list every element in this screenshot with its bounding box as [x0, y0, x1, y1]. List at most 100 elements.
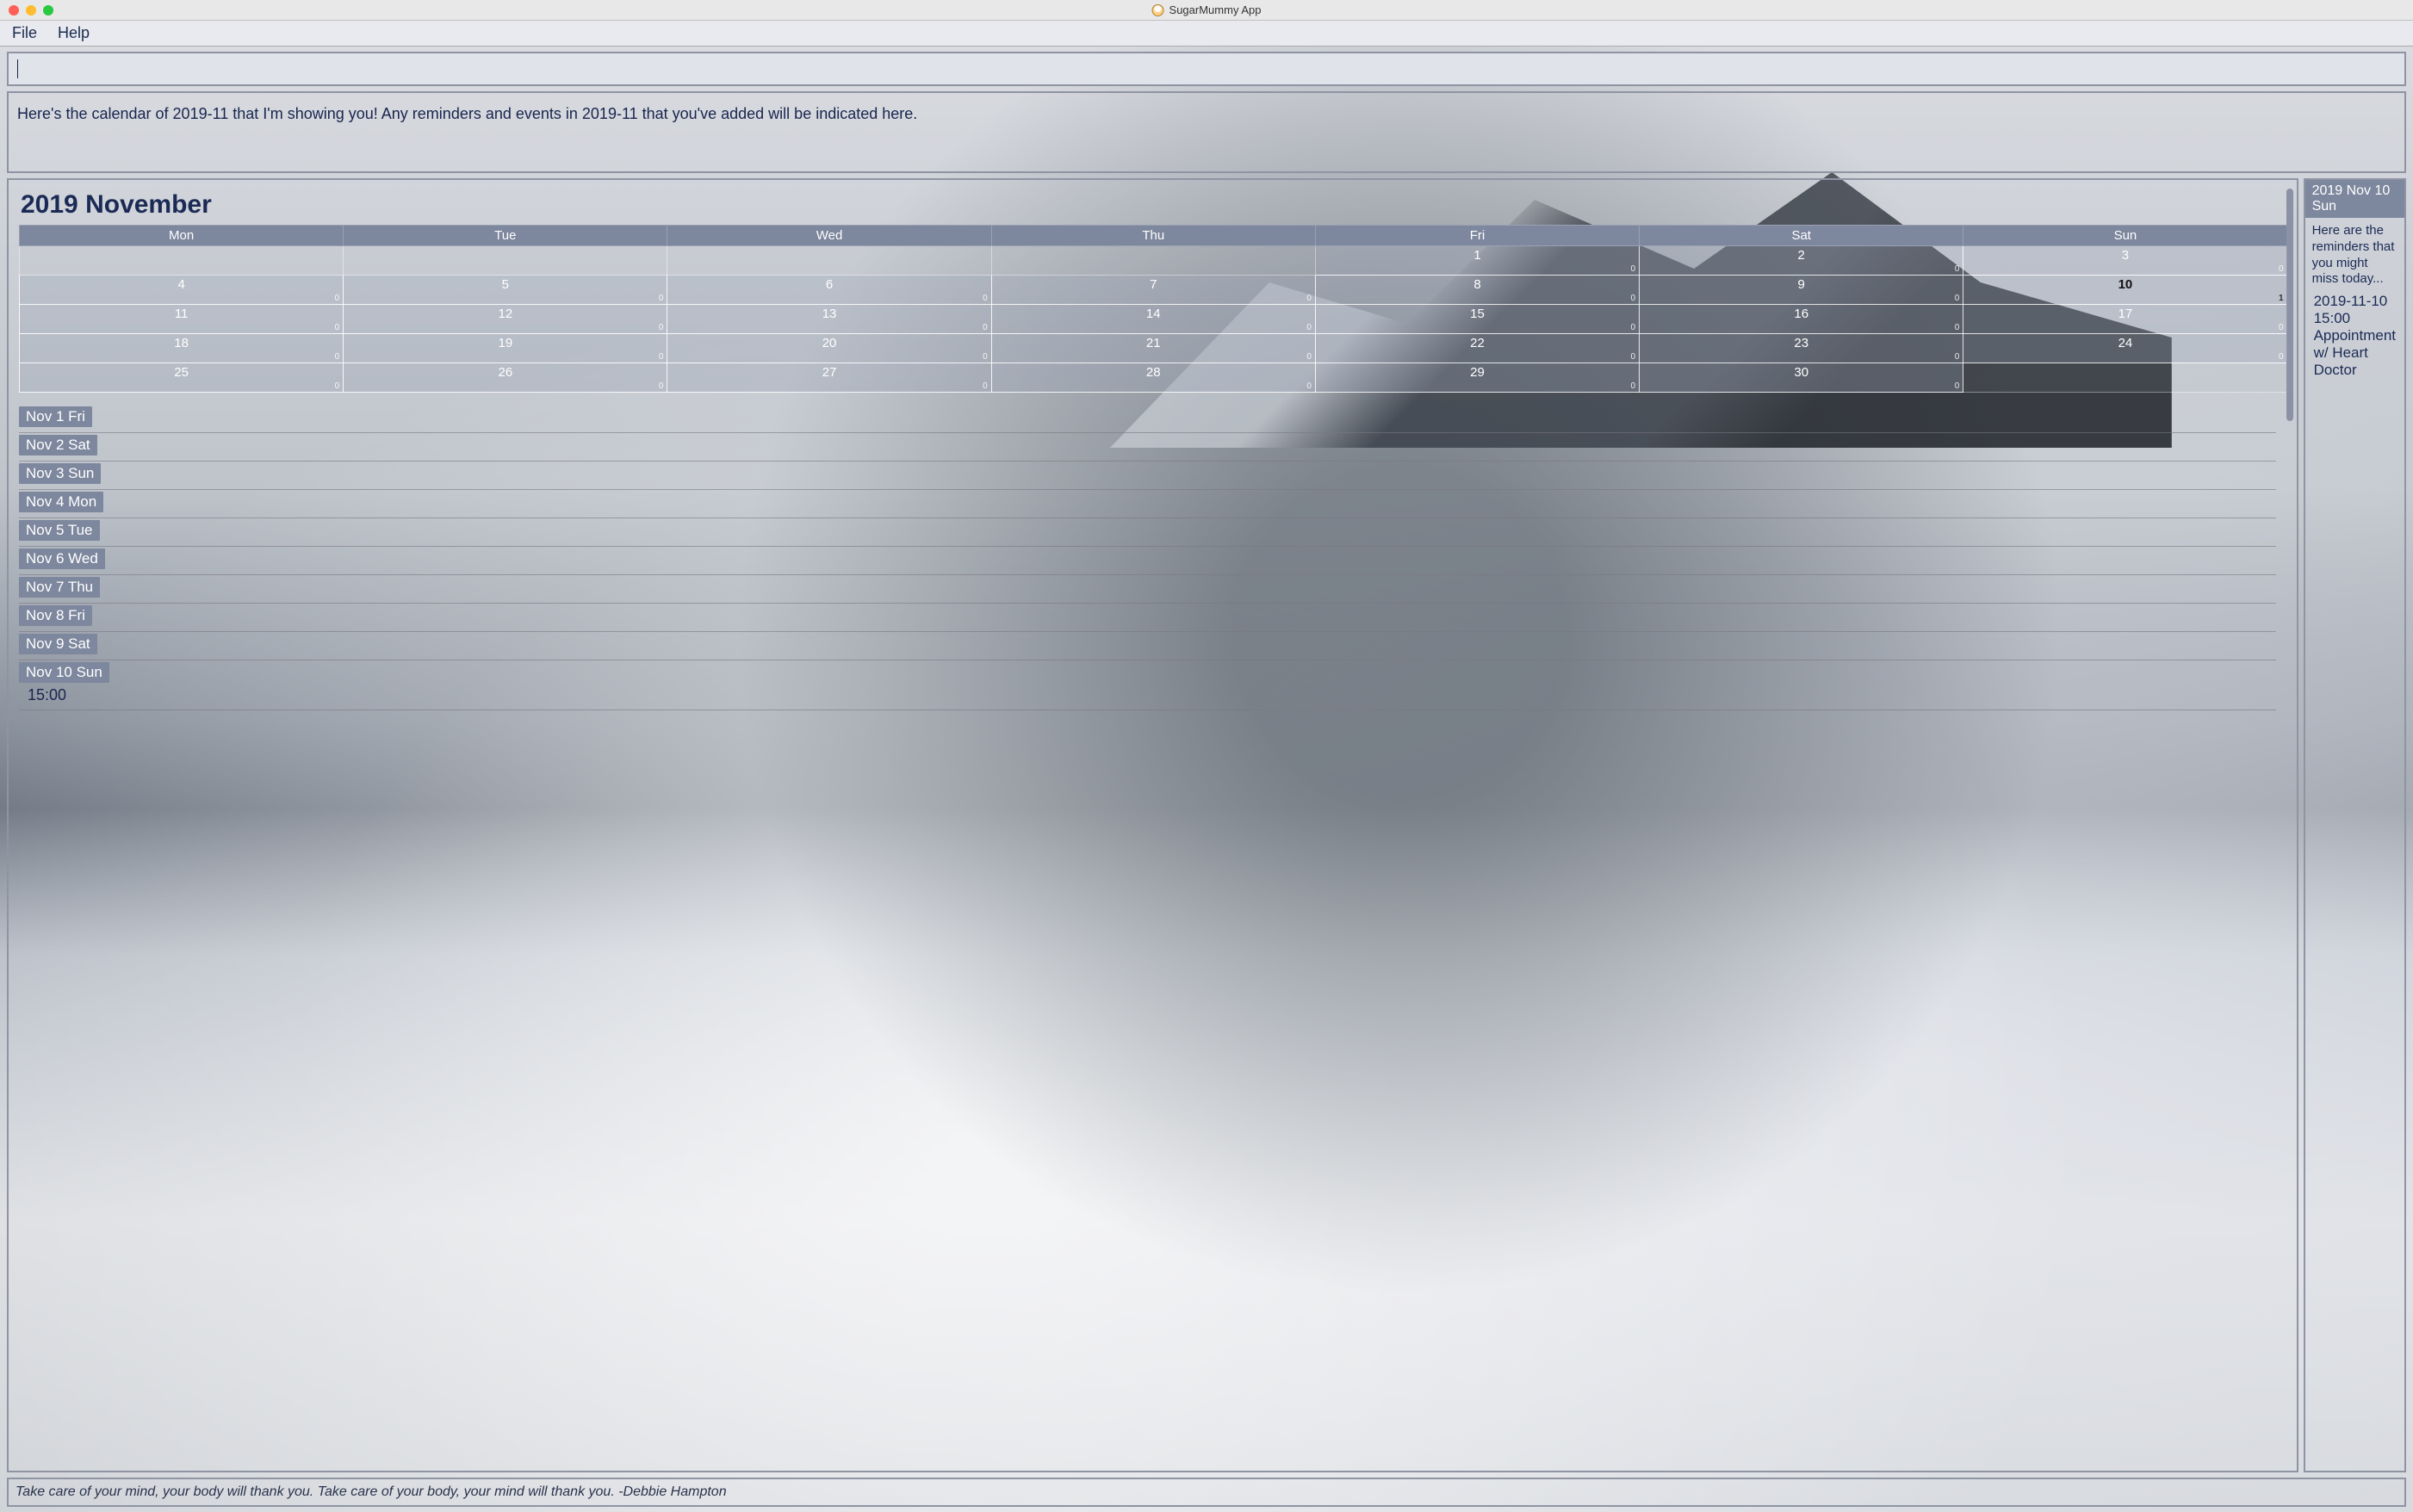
day-chip: Nov 7 Thu [19, 577, 100, 598]
calendar-day-number: 2 [1798, 248, 1805, 263]
calendar-cell[interactable]: 101 [1963, 276, 2287, 305]
calendar-day-count: 0 [1306, 352, 1312, 362]
calendar-cell[interactable]: 70 [991, 276, 1315, 305]
day-chip: Nov 8 Fri [19, 605, 92, 626]
close-icon[interactable] [9, 5, 19, 15]
calendar-cell[interactable]: 160 [1640, 305, 1963, 334]
calendar-day-number: 3 [2122, 248, 2129, 263]
calendar-header-sun: Sun [1963, 226, 2287, 246]
calendar-cell[interactable]: 170 [1963, 305, 2287, 334]
calendar-day-count: 0 [1306, 294, 1312, 303]
calendar-cell[interactable]: 40 [20, 276, 344, 305]
day-row[interactable]: Nov 5 Tue [19, 518, 2276, 547]
menu-help[interactable]: Help [58, 24, 90, 42]
day-row[interactable]: Nov 7 Thu [19, 575, 2276, 604]
footer-quote-text: Take care of your mind, your body will t… [16, 1484, 727, 1499]
calendar-cell[interactable]: 24 0 [1963, 334, 2287, 363]
calendar-cell[interactable]: 10 [1315, 246, 1639, 276]
reminder-date-header: 2019 Nov 10 Sun [2305, 180, 2404, 218]
reminder-pane: 2019 Nov 10 Sun Here are the reminders t… [2304, 178, 2406, 1472]
reminder-time: 2019-11-10 15:00 [2314, 293, 2396, 327]
calendar-cell[interactable]: 20 [1640, 246, 1963, 276]
day-list[interactable]: Nov 1 FriNov 2 SatNov 3 SunNov 4 MonNov … [19, 405, 2288, 1462]
window-title: SugarMummy App [1152, 3, 1262, 16]
calendar-cell[interactable]: 200 [667, 334, 991, 363]
calendar-day-count: 0 [2279, 352, 2284, 362]
calendar-cell[interactable]: 210 [991, 334, 1315, 363]
calendar-cell[interactable]: 80 [1315, 276, 1639, 305]
calendar-cell[interactable]: 280 [991, 363, 1315, 393]
calendar-day-number: 14 [1146, 307, 1161, 321]
calendar-cell[interactable]: 110 [20, 305, 344, 334]
calendar-cell[interactable]: 220 [1315, 334, 1639, 363]
calendar-cell[interactable]: 90 [1640, 276, 1963, 305]
calendar-day-number: 15 [1470, 307, 1485, 321]
day-row[interactable]: Nov 9 Sat [19, 632, 2276, 660]
calendar-cell[interactable]: 270 [667, 363, 991, 393]
calendar-day-count: 0 [659, 352, 664, 362]
day-row[interactable]: Nov 8 Fri [19, 604, 2276, 632]
calendar-cell[interactable]: 190 [344, 334, 667, 363]
calendar-cell [1963, 363, 2287, 393]
day-event[interactable]: 15:00 [19, 683, 2276, 704]
calendar-day-number: 27 [822, 365, 837, 380]
calendar-day-count: 0 [659, 381, 664, 391]
day-row[interactable]: Nov 4 Mon [19, 490, 2276, 518]
calendar-pane: 2019 November MonTueWedThuFriSatSun 1020… [7, 178, 2298, 1472]
calendar-day-count: 0 [983, 294, 988, 303]
calendar-day-number: 12 [498, 307, 512, 321]
calendar-cell[interactable]: 130 [667, 305, 991, 334]
window-title-text: SugarMummy App [1169, 3, 1262, 16]
calendar-day-count: 0 [1955, 323, 1960, 332]
day-row[interactable]: Nov 2 Sat [19, 433, 2276, 462]
calendar-day-number: 24 [2118, 336, 2133, 350]
calendar-day-count: 0 [1631, 323, 1636, 332]
titlebar: SugarMummy App [0, 0, 2413, 21]
day-row[interactable]: Nov 1 Fri [19, 405, 2276, 433]
calendar-cell[interactable]: 250 [20, 363, 344, 393]
calendar-header-sat: Sat [1640, 226, 1963, 246]
menu-file[interactable]: File [12, 24, 37, 42]
day-chip: Nov 2 Sat [19, 435, 97, 455]
day-chip: Nov 3 Sun [19, 463, 101, 484]
app-icon [1152, 4, 1164, 16]
calendar-day-count: 0 [1306, 323, 1312, 332]
day-chip: Nov 5 Tue [19, 520, 100, 541]
minimize-icon[interactable] [26, 5, 36, 15]
calendar-day-number: 18 [174, 336, 189, 350]
calendar-cell[interactable]: 30 [1963, 246, 2287, 276]
command-input[interactable] [18, 61, 2397, 77]
calendar-day-count: 1 [2279, 294, 2284, 303]
calendar-day-count: 0 [1631, 264, 1636, 274]
zoom-icon[interactable] [43, 5, 53, 15]
calendar-day-count: 0 [1631, 294, 1636, 303]
calendar-day-number: 7 [1150, 277, 1157, 292]
calendar-day-number: 29 [1470, 365, 1485, 380]
calendar-cell[interactable]: 290 [1315, 363, 1639, 393]
calendar-header-tue: Tue [344, 226, 667, 246]
calendar-cell[interactable]: 60 [667, 276, 991, 305]
calendar-day-number: 4 [177, 277, 184, 292]
calendar-cell[interactable]: 260 [344, 363, 667, 393]
calendar-cell[interactable]: 14 0 [991, 305, 1315, 334]
calendar-cell[interactable]: 230 [1640, 334, 1963, 363]
calendar-cell[interactable]: 15 0 [1315, 305, 1639, 334]
day-row[interactable]: Nov 10 Sun15:00 [19, 660, 2276, 710]
calendar-day-count: 0 [659, 294, 664, 303]
reminder-item[interactable]: 2019-11-10 15:00Appointment w/ Heart Doc… [2305, 289, 2404, 382]
calendar-cell[interactable]: 50 [344, 276, 667, 305]
calendar-day-number: 13 [822, 307, 837, 321]
calendar-cell [991, 246, 1315, 276]
calendar-day-number: 9 [1798, 277, 1805, 292]
calendar-day-count: 0 [1306, 381, 1312, 391]
day-row[interactable]: Nov 3 Sun [19, 462, 2276, 490]
calendar-day-number: 8 [1473, 277, 1480, 292]
calendar-header-thu: Thu [991, 226, 1315, 246]
day-row[interactable]: Nov 6 Wed [19, 547, 2276, 575]
calendar-cell[interactable]: 120 [344, 305, 667, 334]
calendar-cell[interactable]: 300 [1640, 363, 1963, 393]
calendar-day-count: 0 [1955, 381, 1960, 391]
calendar-cell[interactable]: 180 [20, 334, 344, 363]
day-chip: Nov 9 Sat [19, 634, 97, 654]
command-box[interactable] [7, 52, 2406, 86]
